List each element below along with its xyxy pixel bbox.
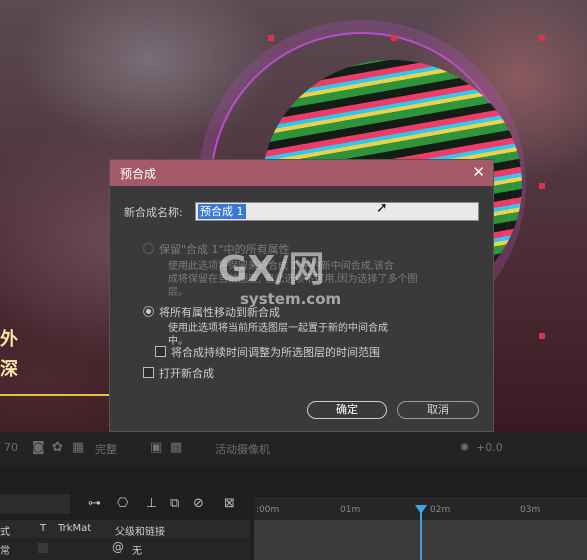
zoom-select[interactable]: 完整 xyxy=(95,441,117,457)
time-tick: 01m xyxy=(340,505,361,515)
transform-handle[interactable] xyxy=(268,35,274,41)
playhead-handle[interactable] xyxy=(415,505,427,514)
composition-name-input[interactable]: 预合成 1 xyxy=(195,202,479,221)
watermark-domain: system.com xyxy=(240,290,342,308)
transform-handle[interactable] xyxy=(539,183,545,189)
transform-handle[interactable] xyxy=(539,35,545,41)
move-attributes-desc: 使用此选项将当前所选图层一起置于新的中间合成 xyxy=(168,323,388,334)
dialog-title-bar[interactable]: 预合成 ✕ xyxy=(110,160,493,186)
frame-blend-icon[interactable]: ⊥ xyxy=(146,496,157,511)
exposure-icon[interactable]: ✺ xyxy=(460,441,469,454)
name-selected-text[interactable]: 预合成 1 xyxy=(198,204,246,219)
column-trkmat: TrkMat xyxy=(58,523,92,534)
grid-icon[interactable]: ▦ xyxy=(72,440,84,455)
time-tick: 02m xyxy=(430,505,451,515)
column-style: 式 xyxy=(0,527,10,538)
time-tick: 03m xyxy=(520,505,541,515)
draft-3d-icon[interactable]: ⎔ xyxy=(117,496,128,511)
dialog-title: 预合成 xyxy=(120,167,157,181)
column-t: T xyxy=(40,523,47,534)
transparency-icon[interactable]: ▩ xyxy=(170,440,182,455)
comp-marker-icon[interactable]: ⊠ xyxy=(224,496,235,511)
watermark-logo: GX/网 xyxy=(218,249,325,290)
layer-column-header: 式 T TrkMat 父级和链接 xyxy=(0,520,250,538)
time-tick: :00m xyxy=(256,505,280,515)
viewer-toolbar: 70 ◙ ✿ ▦ 完整 ▣ ▩ 活动摄像机 ✺ +0.0 xyxy=(0,432,587,466)
keep-attributes-desc: 层。 xyxy=(168,287,188,298)
adjust-duration-checkbox[interactable] xyxy=(155,346,166,357)
transform-handle[interactable] xyxy=(539,333,545,339)
side-caption: 外 深 xyxy=(0,325,18,385)
layer-row[interactable]: 常 @ 无 xyxy=(0,538,250,560)
camera-select[interactable]: 活动摄像机 xyxy=(215,441,270,457)
adjust-duration-label: 将合成持续时间调整为所选图层的时间范围 xyxy=(171,346,380,359)
open-new-comp-checkbox[interactable] xyxy=(143,367,154,378)
color-icon[interactable]: ✿ xyxy=(52,440,63,455)
mouse-cursor-icon: ➚ xyxy=(376,200,388,216)
toolbar-text: 70 xyxy=(4,441,18,454)
open-new-comp-label: 打开新合成 xyxy=(159,367,214,380)
column-parent: 父级和链接 xyxy=(115,527,165,538)
parent-select[interactable]: 无 xyxy=(132,542,142,557)
region-icon[interactable]: ▣ xyxy=(150,440,162,455)
name-label: 新合成名称: xyxy=(124,206,183,219)
ok-button[interactable]: 确定 xyxy=(307,401,387,419)
side-caption-line: 外 xyxy=(0,329,18,350)
layer-mode[interactable]: 常 xyxy=(0,542,10,557)
close-icon[interactable]: ✕ xyxy=(472,163,485,181)
cancel-button[interactable]: 取消 xyxy=(397,401,479,419)
side-caption-line: 深 xyxy=(0,359,18,380)
camera-icon[interactable]: ◙ xyxy=(32,440,45,455)
layer-search-input[interactable] xyxy=(0,494,70,514)
move-attributes-radio[interactable] xyxy=(143,306,154,317)
motion-blur-icon[interactable]: ⧉ xyxy=(170,496,179,511)
graph-editor-icon[interactable]: ⊘ xyxy=(193,496,204,511)
shy-layers-icon[interactable]: ⊶ xyxy=(88,496,101,511)
transform-handle[interactable] xyxy=(391,35,397,41)
keep-attributes-radio[interactable] xyxy=(143,243,154,254)
exposure-value[interactable]: +0.0 xyxy=(476,441,503,454)
layer-t-toggle[interactable] xyxy=(38,543,48,553)
pickwhip-icon[interactable]: @ xyxy=(112,540,124,554)
caption-underline xyxy=(0,394,110,396)
